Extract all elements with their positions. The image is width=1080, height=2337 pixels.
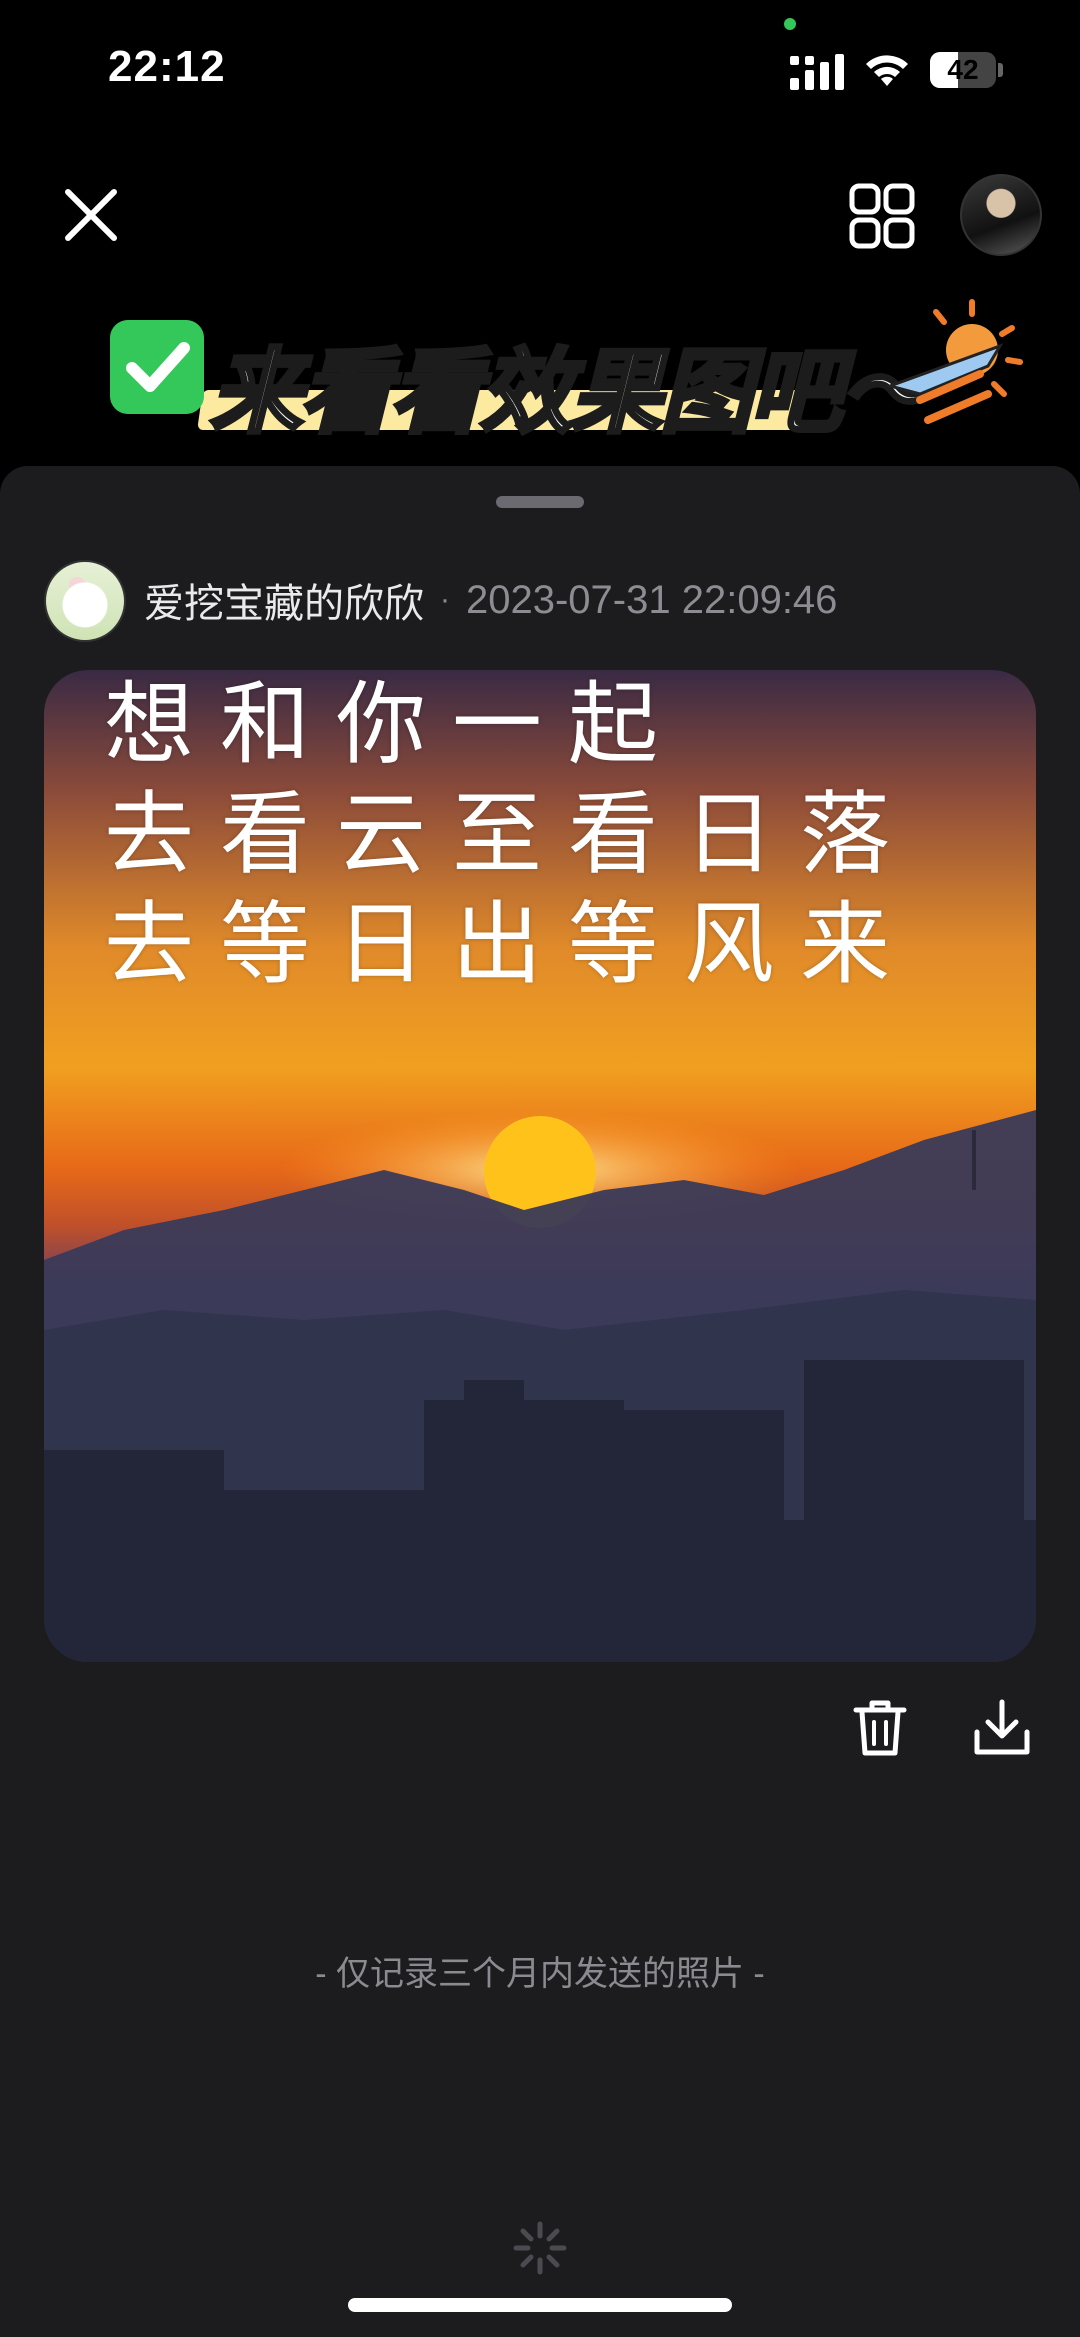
user-avatar[interactable] xyxy=(960,174,1042,256)
close-icon[interactable] xyxy=(56,180,126,250)
caption-line: 去看云至看日落 xyxy=(104,782,916,887)
post-header: 爱挖宝藏的欣欣 · 2023-07-31 22:09:46 xyxy=(144,570,837,630)
handwritten-caption: 想和你一起 去看云至看日落 去等日出等风来 xyxy=(104,670,1024,1000)
poster-name[interactable]: 爱挖宝藏的欣欣 xyxy=(144,571,424,629)
check-mark-icon xyxy=(110,320,204,414)
photo-sheet: 爱挖宝藏的欣欣 · 2023-07-31 22:09:46 想和你一起 去看云至… xyxy=(0,466,1080,2337)
caption-line: 想和你一起 xyxy=(104,672,684,777)
home-indicator[interactable] xyxy=(348,2298,732,2312)
clock: 22:12 xyxy=(108,42,226,91)
top-bar xyxy=(0,160,1080,280)
sun-airplane-sticker xyxy=(885,299,1023,424)
download-icon[interactable] xyxy=(972,1698,1032,1758)
banner-overlay: 来看看效果图吧～ xyxy=(0,290,1080,450)
wifi-icon xyxy=(866,55,908,86)
poster-avatar[interactable] xyxy=(44,560,126,642)
cellular-signal-icon xyxy=(790,54,844,90)
photo[interactable]: 想和你一起 去看云至看日落 去等日出等风来 xyxy=(44,670,1036,1662)
drag-handle[interactable] xyxy=(496,496,584,508)
grid-icon[interactable] xyxy=(846,180,918,252)
retention-note: - 仅记录三个月内发送的照片 - xyxy=(315,1955,765,1993)
trash-icon[interactable] xyxy=(852,1698,908,1758)
post-timestamp: 2023-07-31 22:09:46 xyxy=(466,577,838,622)
banner-text: 来看看效果图吧～ xyxy=(208,340,934,446)
loading-spinner-icon xyxy=(513,2221,567,2275)
privacy-indicator xyxy=(784,18,796,30)
caption-line: 去等日出等风来 xyxy=(104,892,916,997)
battery-indicator: 42 xyxy=(930,52,1004,88)
status-bar: 22:12 42 xyxy=(0,0,1080,140)
separator-dot: · xyxy=(440,583,450,616)
battery-percent: 42 xyxy=(947,54,979,85)
